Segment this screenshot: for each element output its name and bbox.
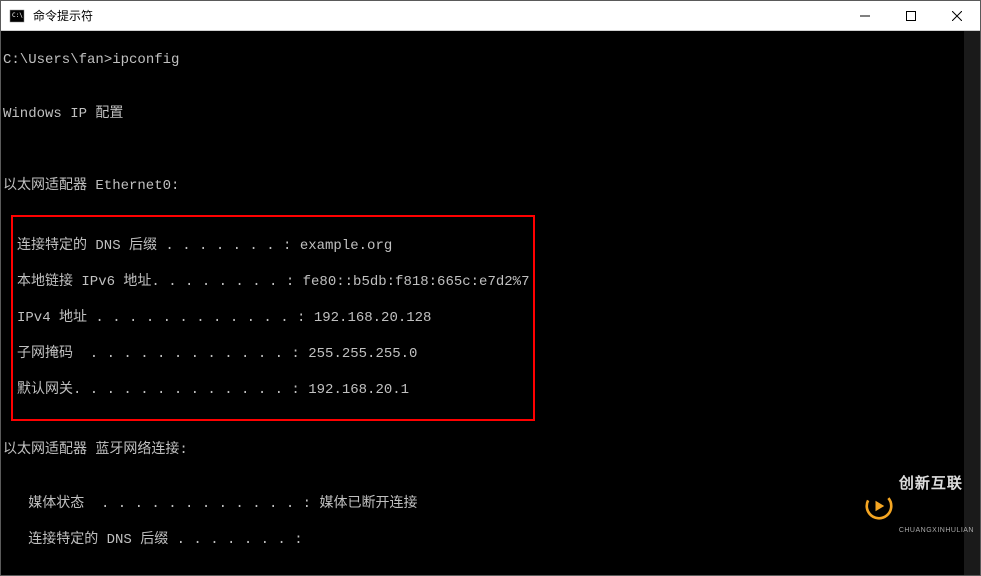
watermark-text: 创新互联	[899, 476, 974, 491]
output-line: 媒体状态 . . . . . . . . . . . . : 媒体已断开连接	[3, 495, 980, 513]
watermark-logo: 创新互联 CHUANGXINHULIAN	[865, 440, 974, 571]
maximize-button[interactable]	[888, 1, 934, 31]
titlebar[interactable]: C:\ 命令提示符	[1, 1, 980, 31]
output-line: 连接特定的 DNS 后缀 . . . . . . . : example.org	[17, 237, 529, 255]
output-line: 连接特定的 DNS 后缀 . . . . . . . :	[3, 531, 980, 549]
close-button[interactable]	[934, 1, 980, 31]
output-line: Windows IP 配置	[3, 105, 980, 123]
watermark-subtext: CHUANGXINHULIAN	[899, 527, 974, 535]
prompt-line: C:\Users\fan>ipconfig	[3, 51, 980, 69]
output-line: IPv4 地址 . . . . . . . . . . . . : 192.16…	[17, 309, 529, 327]
section-header: 以太网适配器 蓝牙网络连接:	[3, 441, 980, 459]
command-prompt-window: C:\ 命令提示符 C:\Users\fan>ipconfig Windows …	[0, 0, 981, 576]
app-icon: C:\	[7, 6, 27, 26]
highlighted-network-info: 连接特定的 DNS 后缀 . . . . . . . : example.org…	[11, 215, 535, 421]
terminal-output[interactable]: C:\Users\fan>ipconfig Windows IP 配置 以太网适…	[1, 31, 980, 575]
watermark-icon	[865, 492, 893, 520]
svg-text:C:\: C:\	[12, 12, 23, 19]
section-header: 以太网适配器 Ethernet0:	[3, 177, 980, 195]
output-line: 本地链接 IPv6 地址. . . . . . . . : fe80::b5db…	[17, 273, 529, 291]
prompt-path: C:\Users\fan>	[3, 52, 112, 68]
output-line: 子网掩码 . . . . . . . . . . . . : 255.255.2…	[17, 345, 529, 363]
output-line: 默认网关. . . . . . . . . . . . . : 192.168.…	[17, 381, 529, 399]
minimize-button[interactable]	[842, 1, 888, 31]
prompt-command: ipconfig	[112, 52, 179, 68]
window-title: 命令提示符	[33, 7, 93, 24]
